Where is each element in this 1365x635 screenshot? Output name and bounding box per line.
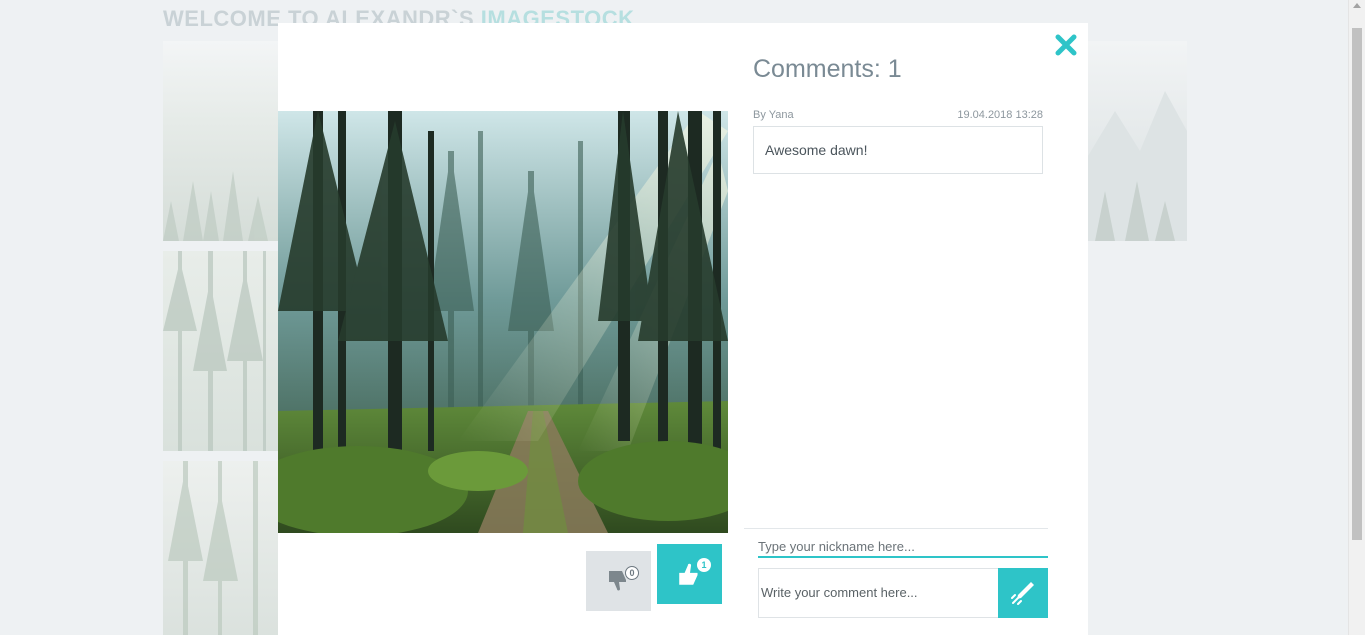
like-count: 1 — [697, 558, 711, 572]
gallery-thumbnail[interactable] — [163, 251, 283, 451]
comment-input[interactable] — [758, 568, 998, 618]
comment-text: Awesome dawn! — [765, 142, 868, 158]
send-icon — [1011, 582, 1034, 605]
like-button[interactable]: 1 — [657, 544, 722, 604]
page-scrollbar[interactable] — [1348, 0, 1365, 635]
scroll-thumb[interactable] — [1352, 28, 1362, 540]
dislike-button[interactable]: 0 — [586, 551, 651, 611]
comments-title: Comments: 1 — [753, 55, 902, 83]
comment-meta: By Yana 19.04.2018 13:28 — [753, 109, 1043, 121]
dislike-count: 0 — [625, 566, 639, 580]
comment-body: Awesome dawn! — [753, 126, 1043, 174]
scroll-up-icon[interactable] — [1353, 3, 1361, 8]
nickname-input[interactable] — [758, 538, 1048, 558]
comment-date: 19.04.2018 13:28 — [957, 109, 1043, 121]
forest-photo — [278, 111, 728, 533]
gallery-thumbnail[interactable] — [163, 41, 283, 241]
gallery-thumbnail[interactable] — [163, 461, 283, 635]
close-icon — [1055, 34, 1077, 56]
gallery-thumbnail[interactable] — [1085, 41, 1187, 241]
close-button[interactable] — [1054, 33, 1078, 57]
comment-author: By Yana — [753, 109, 794, 121]
image-modal: 0 1 Comments: 1 By Yana 19.04.2018 13:28… — [278, 23, 1088, 635]
form-divider — [744, 528, 1048, 529]
send-comment-button[interactable] — [998, 568, 1048, 618]
